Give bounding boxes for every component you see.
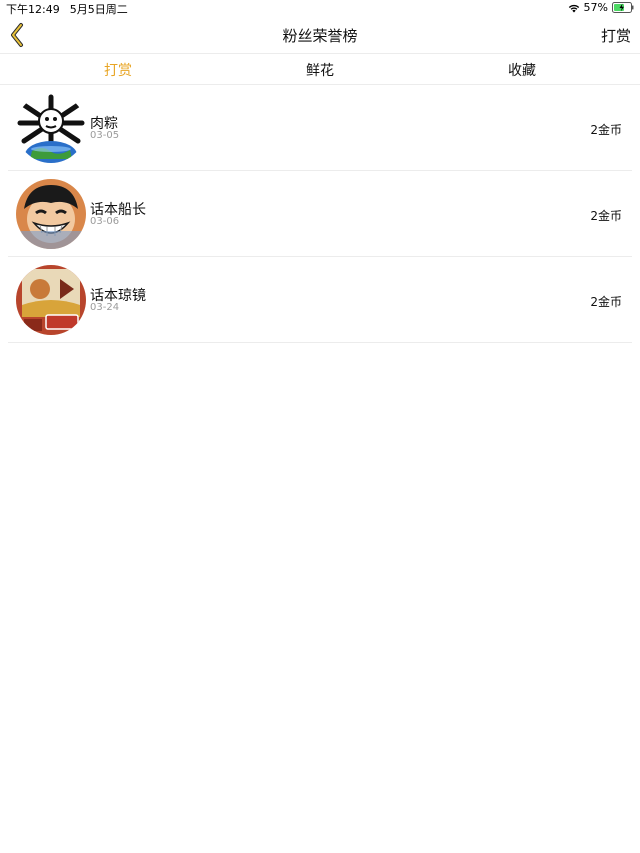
reward-button[interactable]: 打赏	[601, 25, 631, 46]
status-bar: 下午12:49 5月5日周二 57%	[0, 0, 640, 16]
status-left: 下午12:49 5月5日周二	[6, 1, 128, 17]
fan-amount: 2金币	[590, 123, 622, 137]
avatar	[16, 179, 86, 249]
list-item[interactable]: 话本船长 03-06 2金币	[8, 171, 632, 257]
tab-bar: 打赏 鲜花 收藏	[0, 54, 640, 85]
list-item[interactable]: 话本琼镜 03-24 2金币	[8, 257, 632, 343]
fan-amount: 2金币	[590, 209, 622, 223]
status-date: 5月5日周二	[69, 3, 128, 16]
page-title: 粉丝荣誉榜	[282, 27, 358, 45]
tab-favorites[interactable]: 收藏	[508, 60, 536, 80]
fan-amount: 2金币	[590, 295, 622, 309]
tab-reward[interactable]: 打赏	[104, 60, 132, 80]
straw-hat-boy-avatar	[16, 179, 86, 249]
pirate-flag-globe-avatar	[16, 93, 86, 163]
avatar	[16, 265, 86, 335]
fan-date: 03-24	[90, 302, 120, 313]
fan-date: 03-06	[90, 216, 120, 227]
wifi-icon	[568, 4, 579, 12]
avatar	[16, 93, 86, 163]
list-item[interactable]: 肉粽 03-05 2金币	[8, 85, 632, 171]
battery-percent: 57%	[583, 1, 608, 14]
tab-flowers[interactable]: 鲜花	[306, 60, 334, 80]
fan-list: 肉粽 03-05 2金币 话本船长 03-06 2金币 话本琼镜 03-24 2…	[0, 85, 640, 343]
poster-avatar	[16, 265, 86, 335]
status-time: 下午12:49	[6, 3, 60, 16]
fan-date: 03-05	[90, 130, 120, 141]
status-right: 57%	[568, 1, 634, 14]
battery-charging-icon	[612, 2, 634, 13]
nav-bar: 粉丝荣誉榜 打赏	[0, 16, 640, 54]
